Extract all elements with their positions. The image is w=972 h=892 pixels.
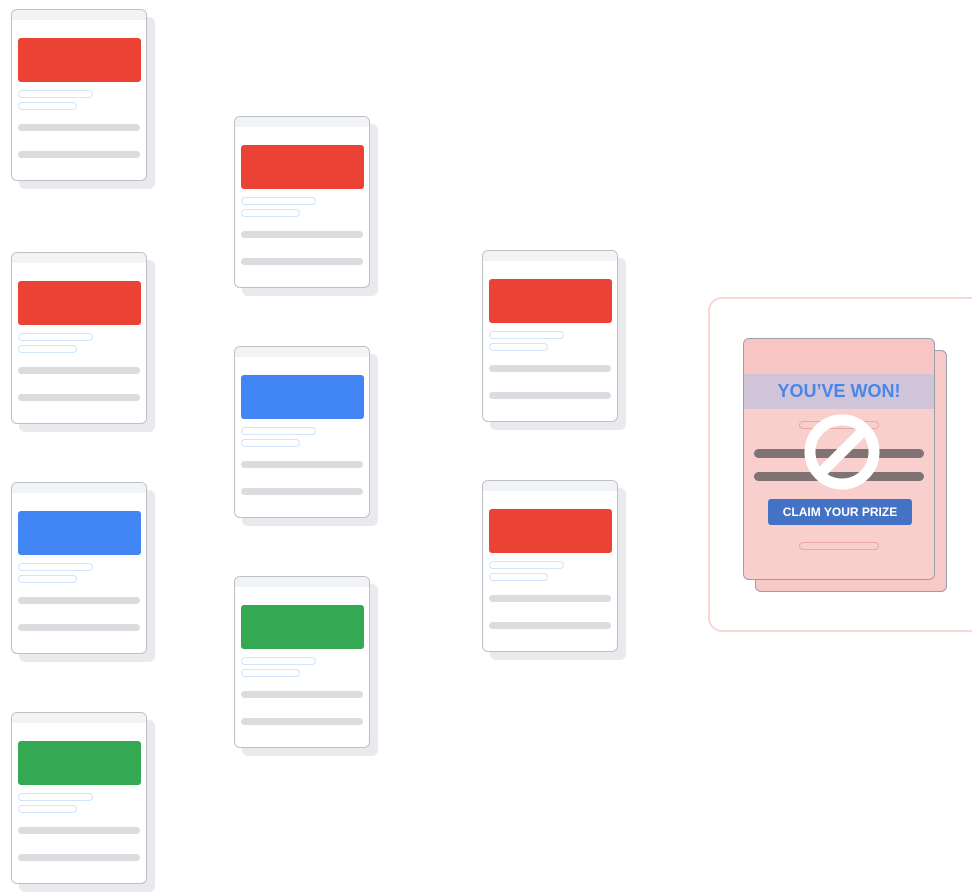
card-banner	[18, 511, 141, 555]
card-banner	[489, 279, 612, 323]
card-banner	[489, 509, 612, 553]
card-banner	[18, 38, 141, 82]
card-banner	[18, 281, 141, 325]
card-banner	[18, 741, 141, 785]
card-banner	[241, 375, 364, 419]
content-card	[234, 346, 378, 526]
block-icon	[804, 414, 880, 490]
content-card	[11, 482, 155, 662]
content-card	[11, 712, 155, 892]
claim-prize-button[interactable]: CLAIM YOUR PRIZE	[768, 499, 912, 525]
content-card	[234, 576, 378, 756]
content-card	[11, 252, 155, 432]
card-banner	[241, 605, 364, 649]
content-card	[482, 250, 626, 430]
spam-headline: YOU’VE WON!	[777, 381, 901, 401]
content-card	[482, 480, 626, 660]
content-card	[11, 9, 155, 189]
content-card	[234, 116, 378, 296]
card-banner	[241, 145, 364, 189]
